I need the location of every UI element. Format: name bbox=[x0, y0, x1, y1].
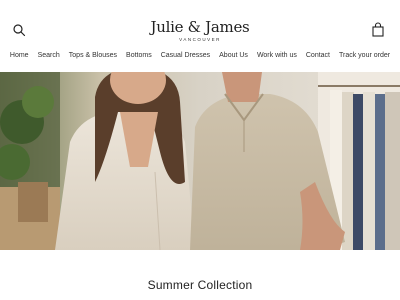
hero-banner-image[interactable] bbox=[0, 72, 400, 250]
section-title: Summer Collection bbox=[147, 278, 253, 292]
nav-casual-dresses[interactable]: Casual Dresses bbox=[161, 52, 210, 59]
site-header: Julie & James VANCOUVER Home Search Tops… bbox=[0, 0, 400, 68]
main-nav: Home Search Tops & Blouses Bottoms Casua… bbox=[0, 52, 400, 59]
shopping-bag-icon bbox=[372, 22, 384, 37]
nav-bottoms[interactable]: Bottoms bbox=[126, 52, 152, 59]
nav-track-order[interactable]: Track your order bbox=[339, 52, 390, 59]
nav-contact[interactable]: Contact bbox=[306, 52, 330, 59]
search-icon bbox=[13, 24, 26, 37]
brand-logo[interactable]: Julie & James VANCOUVER bbox=[150, 18, 250, 42]
nav-home[interactable]: Home bbox=[10, 52, 29, 59]
nav-work-with-us[interactable]: Work with us bbox=[257, 52, 297, 59]
hero-photo bbox=[0, 72, 400, 250]
brand-name: Julie & James bbox=[150, 18, 250, 36]
nav-search[interactable]: Search bbox=[38, 52, 60, 59]
cart-button[interactable] bbox=[371, 22, 385, 38]
brand-tagline: VANCOUVER bbox=[179, 37, 221, 42]
nav-tops-blouses[interactable]: Tops & Blouses bbox=[69, 52, 117, 59]
nav-about-us[interactable]: About Us bbox=[219, 52, 248, 59]
search-button[interactable] bbox=[12, 23, 26, 37]
